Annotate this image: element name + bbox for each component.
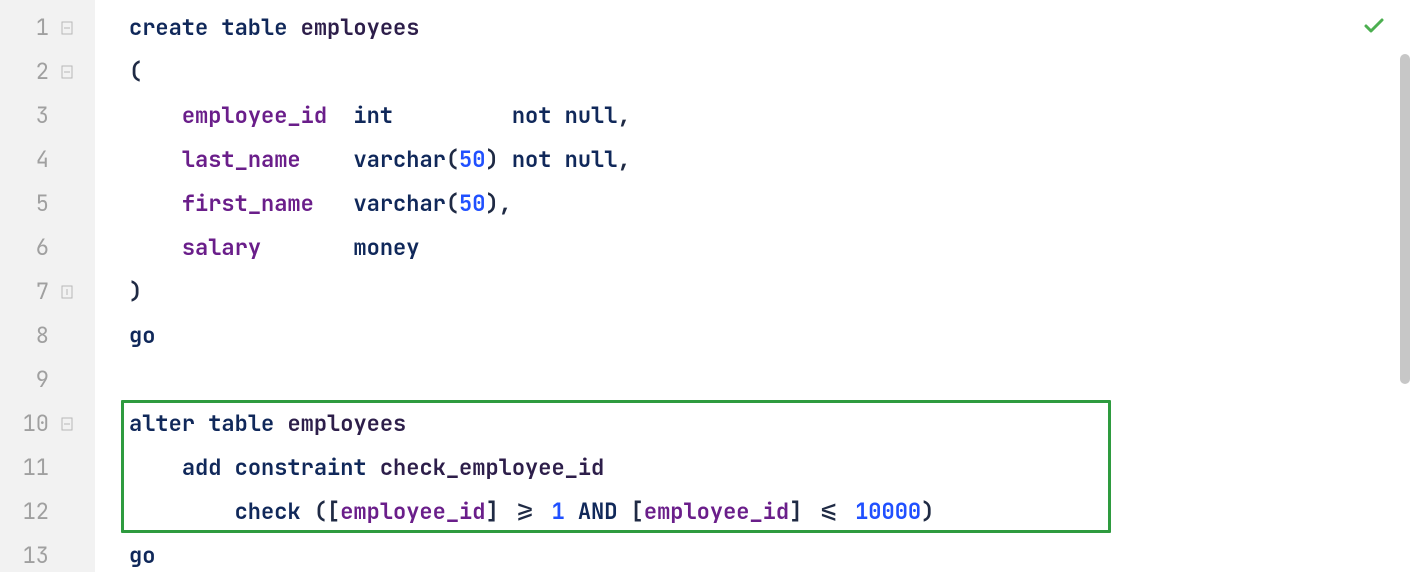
code-line[interactable]: alter table employees [95, 402, 1412, 446]
line-number: 2 [0, 50, 95, 94]
gutter: 1 2 3 4 5 6 7 8 9 10 11 12 13 [0, 0, 95, 572]
line-number: 8 [0, 314, 95, 358]
code-line[interactable]: last_name varchar(50) not null, [95, 138, 1412, 182]
code-line[interactable]: first_name varchar(50), [95, 182, 1412, 226]
code-line[interactable] [95, 358, 1412, 402]
code-line[interactable]: ) [95, 270, 1412, 314]
fold-toggle-icon[interactable] [61, 21, 73, 35]
line-number: 13 [0, 534, 95, 572]
line-number: 6 [0, 226, 95, 270]
line-number: 9 [0, 358, 95, 402]
check-icon [1362, 14, 1386, 38]
line-number: 1 [0, 6, 95, 50]
line-number: 12 [0, 490, 95, 534]
code-line[interactable]: add constraint check_employee_id [95, 446, 1412, 490]
fold-toggle-icon[interactable] [61, 417, 73, 431]
code-line[interactable]: create table employees [95, 6, 1412, 50]
line-number: 7 [0, 270, 95, 314]
line-number: 3 [0, 94, 95, 138]
code-area[interactable]: create table employees ( employee_id int… [95, 0, 1412, 572]
scrollbar-thumb[interactable] [1400, 54, 1410, 384]
code-line[interactable]: salary money [95, 226, 1412, 270]
fold-toggle-icon[interactable] [61, 65, 73, 79]
code-line[interactable]: go [95, 534, 1412, 572]
code-line[interactable]: employee_id int not null, [95, 94, 1412, 138]
code-editor[interactable]: 1 2 3 4 5 6 7 8 9 10 11 12 13 [0, 0, 1412, 572]
line-number: 5 [0, 182, 95, 226]
line-number: 11 [0, 446, 95, 490]
code-line[interactable]: check ([employee_id] >= 1 AND [employee_… [95, 490, 1412, 534]
code-line[interactable]: go [95, 314, 1412, 358]
code-line[interactable]: ( [95, 50, 1412, 94]
fold-end-icon[interactable] [61, 285, 73, 299]
line-number: 4 [0, 138, 95, 182]
line-number: 10 [0, 402, 95, 446]
